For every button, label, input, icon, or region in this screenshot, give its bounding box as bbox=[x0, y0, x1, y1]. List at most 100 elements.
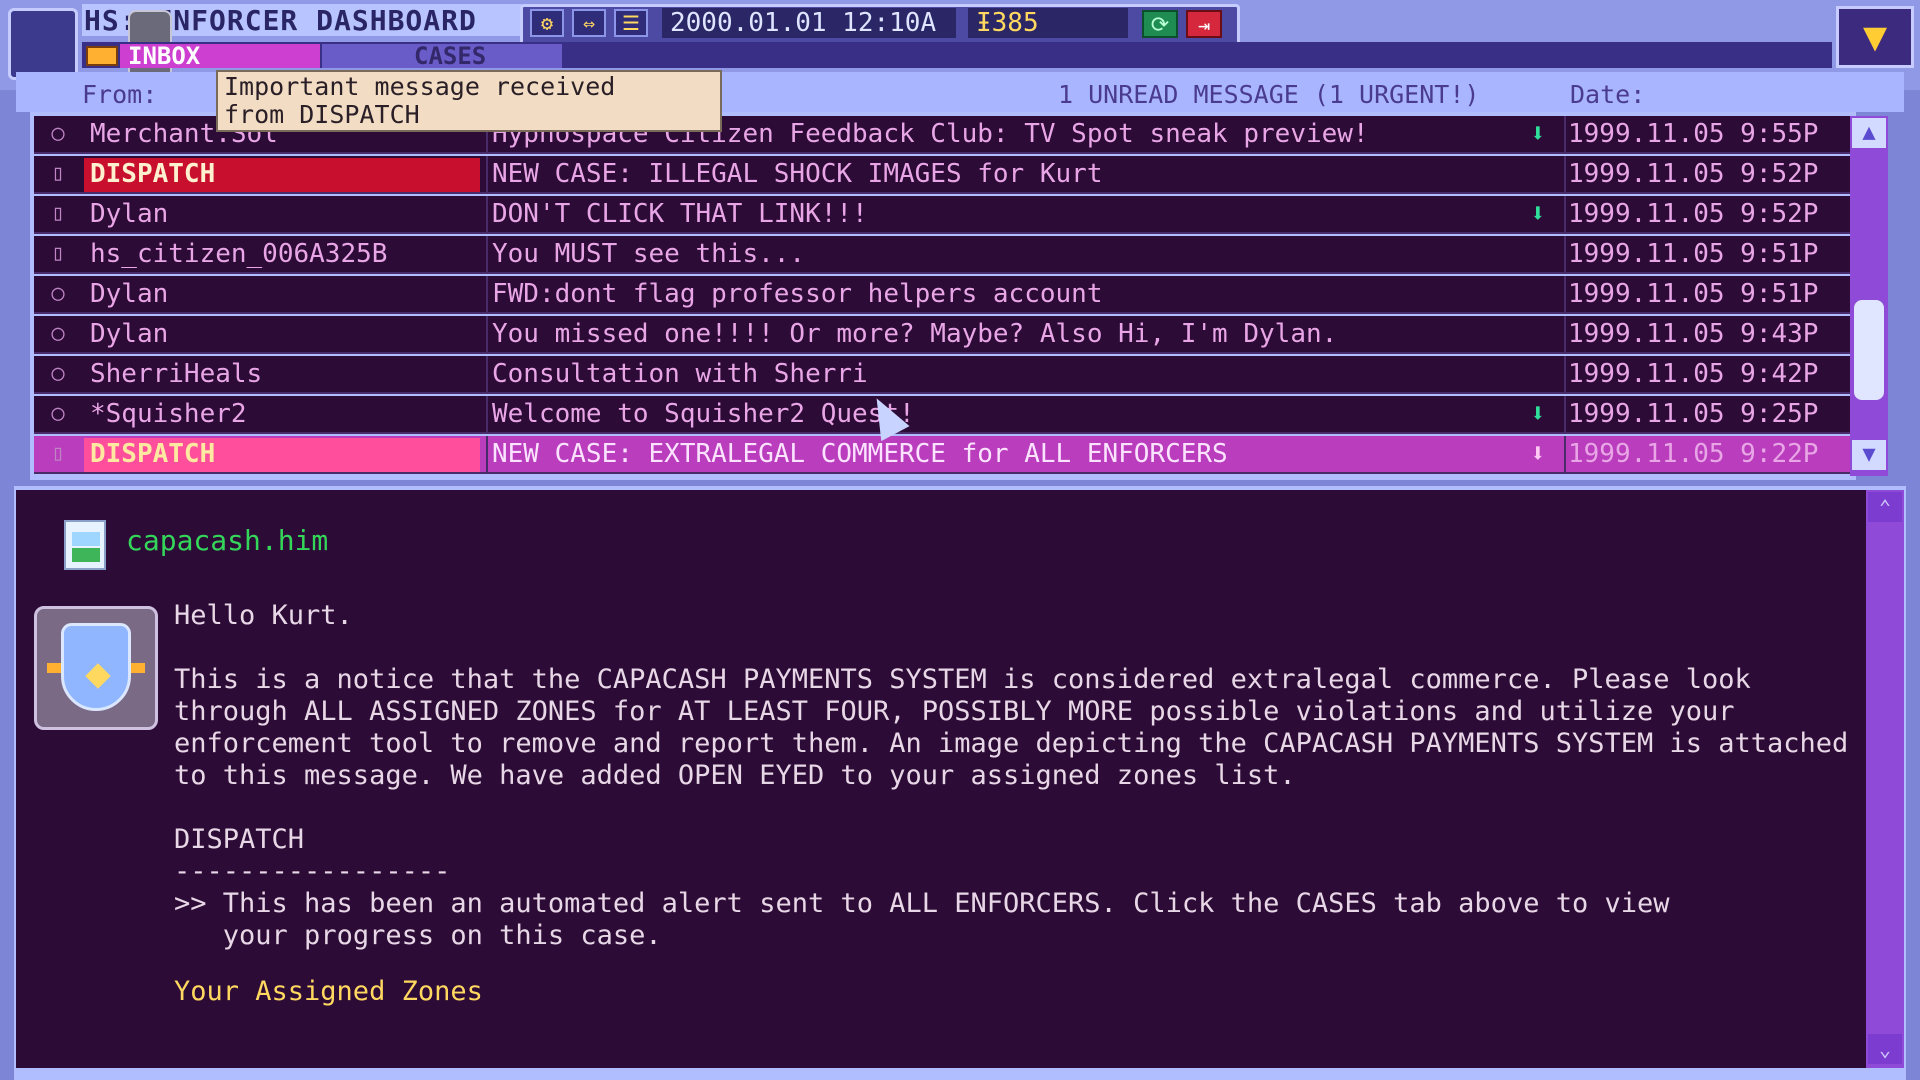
pane-scroll-down-icon[interactable]: ⌄ bbox=[1868, 1034, 1902, 1064]
column-divider bbox=[486, 396, 488, 434]
resize-icon[interactable]: ⇔ bbox=[572, 9, 606, 37]
tab-inbox[interactable]: INBOX bbox=[120, 44, 320, 68]
message-date: 1999.11.05 9:52P bbox=[1568, 199, 1819, 229]
message-subject: FWD:dont flag professor helpers account bbox=[492, 279, 1103, 309]
read-status-icon: ▯ bbox=[51, 161, 65, 186]
reading-pane-scrollbar[interactable] bbox=[1866, 490, 1904, 1068]
message-subject: NEW CASE: ILLEGAL SHOCK IMAGES for Kurt bbox=[492, 159, 1103, 189]
message-subject: You missed one!!!! Or more? Maybe? Also … bbox=[492, 319, 1338, 349]
read-status-icon: ▯ bbox=[51, 201, 65, 226]
tooltip-line-1: Important message received bbox=[224, 72, 616, 101]
column-divider bbox=[1564, 156, 1566, 194]
message-row[interactable]: ○ *Squisher2 Welcome to Squisher2 Quest! ⬇ 1… bbox=[34, 396, 1850, 434]
clock-display: 2000.01.01 12:10A bbox=[662, 8, 956, 38]
message-date: 1999.11.05 9:22P bbox=[1568, 439, 1819, 469]
attachment-arrow-icon: ⬇ bbox=[1530, 439, 1546, 469]
message-sender: SherriHeals bbox=[90, 359, 263, 389]
message-date: 1999.11.05 9:43P bbox=[1568, 319, 1819, 349]
column-divider bbox=[1564, 236, 1566, 274]
divider: ----------------- bbox=[174, 856, 451, 887]
message-sender: *Squisher2 bbox=[90, 399, 247, 429]
inbox-tab-icon[interactable] bbox=[86, 46, 118, 66]
message-date: 1999.11.05 9:51P bbox=[1568, 239, 1819, 269]
date-column-header[interactable]: Date: bbox=[1570, 80, 1645, 109]
column-divider bbox=[1564, 116, 1566, 154]
column-divider bbox=[1564, 396, 1566, 434]
column-divider bbox=[486, 156, 488, 194]
message-date: 1999.11.05 9:25P bbox=[1568, 399, 1819, 429]
list-scroll-thumb[interactable] bbox=[1854, 300, 1884, 400]
message-sender: DISPATCH bbox=[84, 438, 480, 472]
message-row[interactable]: ▯ DISPATCH NEW CASE: EXTRALEGAL COMMERCE f… bbox=[34, 436, 1850, 474]
column-divider bbox=[1564, 436, 1566, 474]
message-subject: DON'T CLICK THAT LINK!!! bbox=[492, 199, 868, 229]
signature: DISPATCH bbox=[174, 824, 305, 855]
column-divider bbox=[1564, 356, 1566, 394]
message-subject: You MUST see this... bbox=[492, 239, 806, 269]
message-sender: hs_citizen_006A325B bbox=[90, 239, 388, 269]
list-scrollbar[interactable] bbox=[1850, 116, 1888, 476]
column-divider bbox=[486, 196, 488, 234]
menu-icon[interactable]: ☰ bbox=[614, 9, 648, 37]
column-divider bbox=[486, 436, 488, 474]
logout-icon[interactable]: ⇥ bbox=[1186, 10, 1222, 38]
tab-cases[interactable]: CASES bbox=[322, 44, 562, 68]
column-divider bbox=[486, 236, 488, 274]
message-row[interactable]: ○ SherriHeals Consultation with Sherri 1999… bbox=[34, 356, 1850, 394]
read-status-icon: ○ bbox=[51, 281, 65, 306]
attachment-arrow-icon: ⬇ bbox=[1530, 399, 1546, 429]
attachment-link[interactable]: capacash.him bbox=[126, 524, 328, 557]
attachment-arrow-icon: ⬇ bbox=[1530, 199, 1546, 229]
read-status-icon: ○ bbox=[51, 121, 65, 146]
image-file-icon[interactable] bbox=[64, 520, 106, 570]
unread-status: 1 UNREAD MESSAGE (1 URGENT!) bbox=[1058, 80, 1480, 109]
message-date: 1999.11.05 9:51P bbox=[1568, 279, 1819, 309]
refresh-icon[interactable]: ⟳ bbox=[1142, 10, 1178, 38]
message-subject: NEW CASE: EXTRALEGAL COMMERCE for ALL EN… bbox=[492, 439, 1228, 469]
message-date: 1999.11.05 9:52P bbox=[1568, 159, 1819, 189]
column-divider bbox=[1564, 196, 1566, 234]
column-divider bbox=[486, 316, 488, 354]
settings-gear-icon[interactable]: ⚙ bbox=[530, 9, 564, 37]
greeting: Hello Kurt. bbox=[174, 600, 353, 631]
message-row[interactable]: ○ Dylan FWD:dont flag professor helpers ac… bbox=[34, 276, 1850, 314]
scroll-up-icon[interactable]: ▲ bbox=[1852, 118, 1886, 148]
assigned-zones-heading[interactable]: Your Assigned Zones bbox=[174, 976, 1854, 1008]
tooltip-line-2: from DISPATCH bbox=[224, 100, 420, 129]
message-sender: Dylan bbox=[90, 279, 169, 309]
notification-tooltip: Important message received from DISPATCH bbox=[216, 70, 722, 132]
message-list: ○ Merchant.Sol Hypnospace Citizen Feedback… bbox=[34, 116, 1850, 476]
message-subject: Consultation with Sherri bbox=[492, 359, 868, 389]
message-row[interactable]: ▯ Dylan DON'T CLICK THAT LINK!!! ⬇ 1999.11.0… bbox=[34, 196, 1850, 234]
body-paragraph: This is a notice that the CAPACASH PAYME… bbox=[174, 664, 1849, 791]
minimize-triangle-icon[interactable]: ▼ bbox=[1836, 6, 1914, 68]
column-divider bbox=[1564, 316, 1566, 354]
column-divider bbox=[1564, 276, 1566, 314]
column-divider bbox=[486, 356, 488, 394]
from-column-header[interactable]: From: bbox=[82, 80, 157, 109]
message-row[interactable]: ○ Dylan You missed one!!!! Or more? Maybe?… bbox=[34, 316, 1850, 354]
message-date: 1999.11.05 9:42P bbox=[1568, 359, 1819, 389]
read-status-icon: ○ bbox=[51, 401, 65, 426]
message-row[interactable]: ▯ DISPATCH NEW CASE: ILLEGAL SHOCK IMAGES … bbox=[34, 156, 1850, 194]
scroll-down-icon[interactable]: ▼ bbox=[1852, 440, 1886, 470]
message-sender: Dylan bbox=[90, 199, 169, 229]
column-divider bbox=[486, 276, 488, 314]
attachment-arrow-icon: ⬇ bbox=[1530, 119, 1546, 149]
message-row[interactable]: ▯ hs_citizen_006A325B You MUST see this...… bbox=[34, 236, 1850, 274]
read-status-icon: ▯ bbox=[51, 441, 65, 466]
credits-display: Ɨ385 bbox=[968, 8, 1128, 38]
message-body: Hello Kurt. This is a notice that the CA… bbox=[174, 600, 1854, 1040]
read-status-icon: ▯ bbox=[51, 241, 65, 266]
dispatch-avatar bbox=[34, 606, 158, 730]
enforcer-logo-icon bbox=[8, 8, 78, 80]
read-status-icon: ○ bbox=[51, 321, 65, 346]
message-subject: Welcome to Squisher2 Quest! bbox=[492, 399, 915, 429]
read-status-icon: ○ bbox=[51, 361, 65, 386]
message-sender: DISPATCH bbox=[84, 158, 480, 192]
message-date: 1999.11.05 9:55P bbox=[1568, 119, 1819, 149]
pane-scroll-up-icon[interactable]: ⌃ bbox=[1868, 492, 1902, 522]
message-sender: Dylan bbox=[90, 319, 169, 349]
tab-cases-label: CASES bbox=[414, 42, 487, 70]
footer-note: >> This has been an automated alert sent… bbox=[174, 888, 1670, 951]
